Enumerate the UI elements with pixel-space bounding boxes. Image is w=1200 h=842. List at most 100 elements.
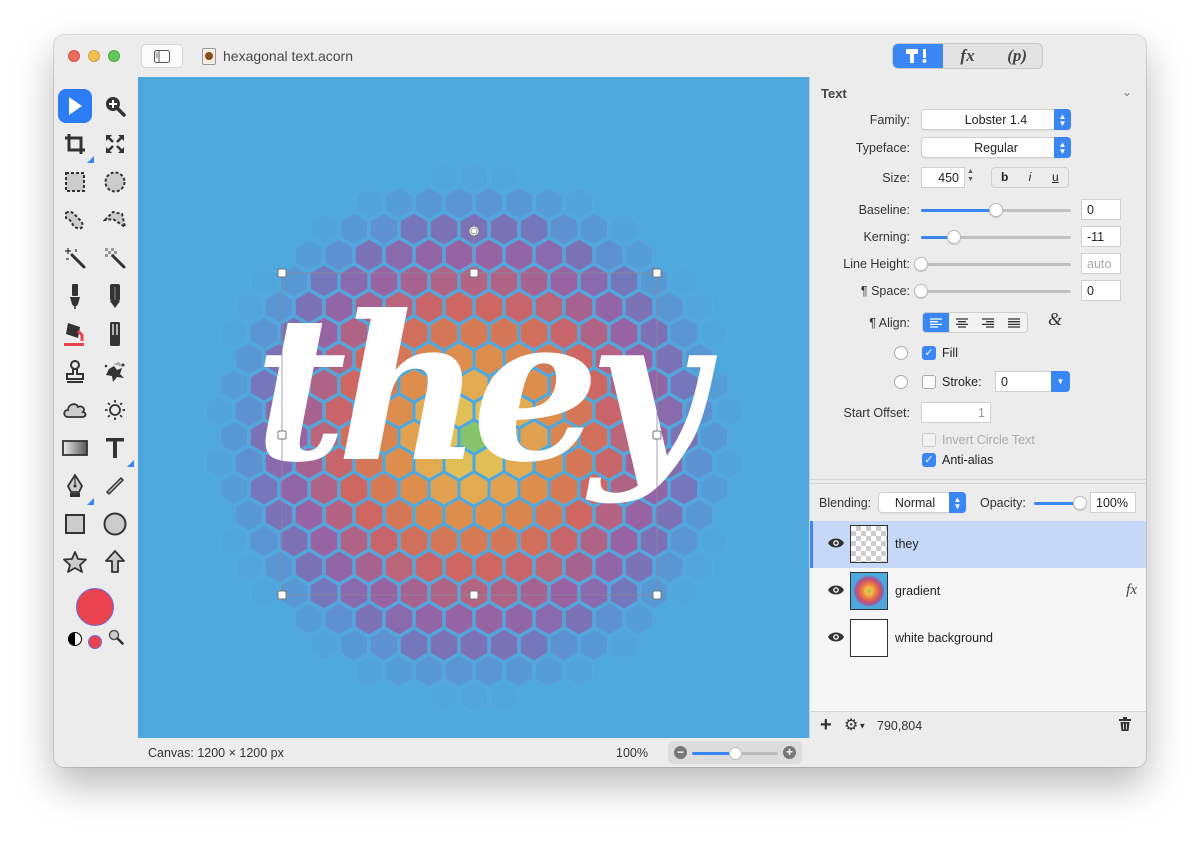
bold-button[interactable]: b [992,168,1017,187]
invert-circle-checkbox[interactable] [922,433,936,447]
oval-tool[interactable] [98,507,132,541]
inspector-mode-tabs: fx (p) [892,43,1043,69]
stroke-width-field[interactable]: 0 [995,371,1052,392]
fill-checkbox[interactable]: ✓ [922,346,936,360]
add-layer-button[interactable]: + [820,714,832,737]
pencil-icon [110,284,120,308]
zoom-percent-label: 100% [616,746,648,760]
ellipse-select-tool[interactable] [98,165,132,199]
crop-tool[interactable] [58,127,94,163]
background-color-well[interactable] [88,635,102,649]
baseline-field[interactable]: 0 [1081,199,1121,220]
layer-effects-icon[interactable]: fx [1126,582,1137,599]
opacity-slider[interactable] [1034,496,1087,510]
delete-layer-button[interactable] [1119,717,1131,734]
swap-colors-icon[interactable] [68,632,82,646]
lasso-tool[interactable] [58,203,92,237]
align-left-button[interactable] [923,313,949,332]
baseline-slider[interactable] [921,203,1071,217]
zoom-slider-knob[interactable] [729,747,742,760]
typeface-value: Regular [974,140,1018,155]
zoom-window-button[interactable] [108,50,120,62]
kerning-field[interactable]: -11 [1081,226,1121,247]
align-right-button[interactable] [975,313,1001,332]
splatter-tool[interactable] [98,355,132,389]
underline-button[interactable]: u [1043,168,1068,187]
glyphs-ampersand-button[interactable]: & [1048,309,1062,330]
pencil-tool[interactable] [98,279,132,313]
close-button[interactable] [68,50,80,62]
gradient-tool[interactable] [58,431,92,465]
zoom-in-button[interactable]: + [783,746,796,759]
font-size-stepper[interactable]: ▲ ▼ [967,168,974,184]
app-window: hexagonal text.acorn fx (p) they Canvas:… [54,35,1146,767]
brush-tool[interactable] [58,279,92,313]
line-height-slider[interactable] [914,257,1071,271]
star-tool[interactable] [58,545,92,579]
zoom-tool[interactable] [98,89,132,123]
line-tool[interactable] [98,469,132,503]
align-center-icon [956,317,968,328]
arrow-tool[interactable] [98,545,132,579]
color-picker-loupe-icon[interactable] [108,629,124,648]
line-height-field[interactable]: auto [1081,253,1121,274]
smudge-tool[interactable] [58,393,92,427]
rect-select-tool[interactable] [58,165,92,199]
layer-thumbnail-white [850,619,888,657]
stroke-checkbox[interactable] [922,375,936,389]
eye-visible-icon[interactable] [827,537,845,549]
layer-row-gradient[interactable]: gradient fx [810,568,1146,615]
paragraph-space-slider[interactable] [914,284,1071,298]
fill-radio[interactable] [894,346,908,360]
canvas-area[interactable]: they [138,77,809,738]
polygon-lasso-tool[interactable] [98,203,132,237]
opacity-field[interactable]: 100% [1090,492,1136,513]
minimize-button[interactable] [88,50,100,62]
align-justify-button[interactable] [1001,313,1027,332]
rectangle-tool[interactable] [58,507,92,541]
text-tool[interactable] [98,431,134,467]
font-family-popup[interactable]: Lobster 1.4 ▲ ▼ [921,109,1071,130]
stroke-radio[interactable] [894,375,908,389]
line-icon [105,476,125,496]
stroke-dropdown-button[interactable]: ▼ [1051,371,1070,392]
toggle-sidebar-button[interactable] [141,44,183,68]
clone-tool[interactable] [58,355,92,389]
paint-bucket-tool[interactable] [58,317,92,351]
up-arrow-icon [105,550,125,573]
zoom-out-button[interactable]: − [674,746,687,759]
tab-params[interactable]: (p) [992,44,1042,68]
start-offset-field[interactable]: 1 [921,402,991,423]
layers-bottom-bar: + ⚙▼ 790,804 [810,711,1146,738]
transform-tool[interactable] [98,127,132,161]
align-center-button[interactable] [949,313,975,332]
collapse-chevron-icon[interactable]: ⌄ [1122,85,1132,99]
section-divider [810,479,1146,480]
italic-button[interactable]: i [1017,168,1042,187]
layer-row-white-background[interactable]: white background [810,615,1146,662]
kerning-slider[interactable] [921,230,1071,244]
move-tool[interactable] [58,89,92,123]
foreground-color-well[interactable] [76,588,114,626]
bezier-pen-tool[interactable] [58,469,94,505]
canvas-image[interactable]: they [138,77,809,738]
font-size-field[interactable]: 450 [921,167,965,188]
zoom-slider[interactable] [692,747,778,760]
antialias-checkbox[interactable]: ✓ [922,453,936,467]
layer-row-they[interactable]: they [810,521,1146,568]
tab-tools[interactable] [893,44,943,68]
status-bar: Canvas: 1200 × 1200 px 100% − + [138,738,809,767]
magic-wand-tool[interactable] [58,241,92,275]
paragraph-space-field[interactable]: 0 [1081,280,1121,301]
tab-effects[interactable]: fx [943,44,993,68]
handle-left [277,430,287,440]
eye-visible-icon[interactable] [827,584,845,596]
blending-mode-popup[interactable]: Normal ▲ ▼ [878,492,966,513]
dodge-burn-tool[interactable] [98,393,132,427]
layer-actions-gear-button[interactable]: ⚙▼ [844,715,866,735]
typeface-popup[interactable]: Regular ▲ ▼ [921,137,1071,158]
eraser-tool[interactable] [98,317,132,351]
instant-alpha-tool[interactable] [98,241,132,275]
section-title: Text [821,86,847,101]
eye-visible-icon[interactable] [827,631,845,643]
